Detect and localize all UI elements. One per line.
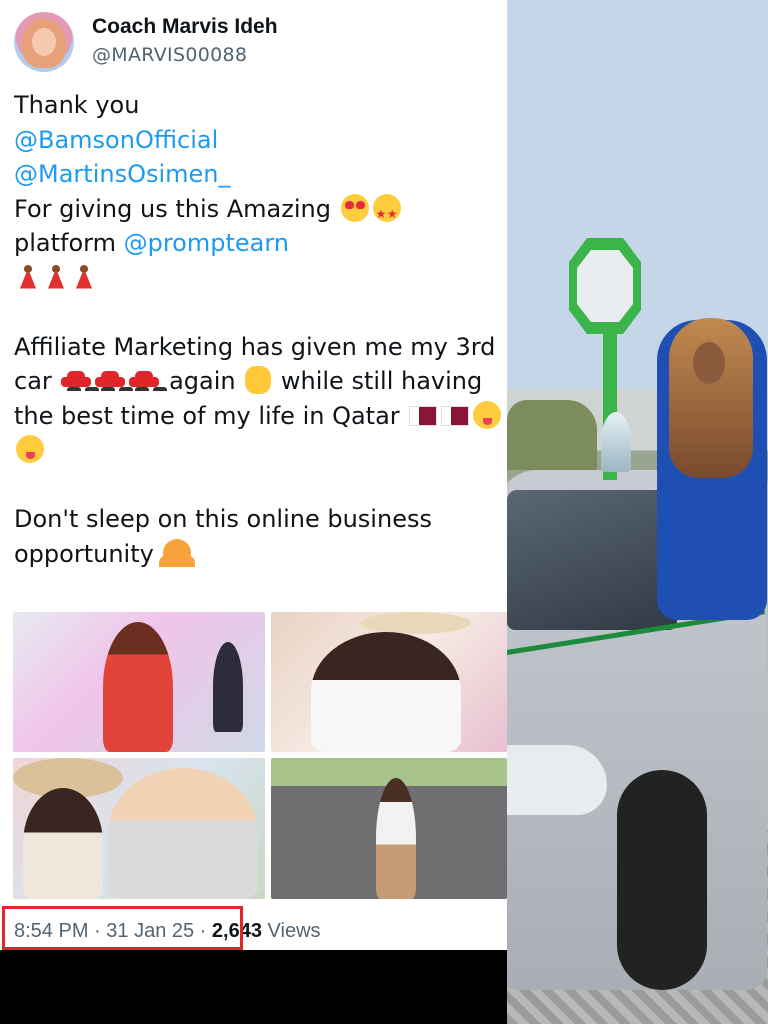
photo-1-person — [103, 622, 173, 752]
tweet-line-7: Affiliate Marketing has given me my 3rd — [14, 332, 496, 361]
background-trees — [507, 400, 597, 470]
photo-2-person — [311, 632, 461, 752]
mention-promptearn[interactable]: @promptearn — [124, 229, 289, 257]
heart-eyes-icon — [340, 193, 369, 222]
display-name[interactable]: Coach Marvis Ideh — [92, 15, 278, 39]
person-gesturing-no-icon — [159, 538, 196, 567]
dancer-icon — [44, 263, 68, 291]
tweet-line-10 — [14, 433, 504, 468]
photo-3[interactable] — [13, 758, 265, 899]
tweet-line-8: car again while still having — [14, 364, 504, 399]
photo-3-person-left — [23, 788, 103, 899]
photo-grid — [13, 612, 507, 899]
photo-4-person — [376, 778, 416, 899]
mention-bamsonofficial[interactable]: @BamsonOfficial — [14, 123, 504, 158]
avatar[interactable] — [14, 12, 74, 72]
timestamp-highlight-box — [2, 906, 243, 950]
woman-face — [693, 342, 725, 384]
photo-3-person-right — [108, 768, 258, 899]
photo-1-bystander — [213, 642, 243, 732]
tweet-line-5: platform @promptearn — [14, 226, 504, 261]
photo-1[interactable] — [13, 612, 265, 752]
dancer-icon — [16, 263, 40, 291]
views-label: Views — [261, 920, 321, 942]
tweet-line-11: Don't sleep on this online business — [14, 505, 432, 533]
tweet-line-4-text: For giving us this Amazing — [14, 194, 331, 223]
raising-hands-icon — [245, 366, 272, 394]
red-car-icon — [61, 371, 92, 391]
tweet-line-9-text: the best time of my life in Qatar — [14, 401, 400, 430]
tweet-line-8b: again — [169, 367, 236, 395]
photo-2[interactable] — [271, 612, 507, 752]
qatar-flag-icon — [409, 405, 438, 426]
photo-2-hat — [361, 612, 471, 634]
user-handle[interactable]: @MARVIS00088 — [92, 44, 247, 66]
tweet-line-12-text: opportunity — [14, 539, 154, 568]
tweet-line-8a: car — [14, 367, 52, 395]
red-car-icon — [129, 371, 160, 391]
car-wheel — [617, 770, 707, 990]
yum-face-icon — [16, 435, 44, 463]
qatar-flag-icon — [441, 405, 470, 426]
red-car-icon — [95, 371, 126, 391]
tweet-card: Coach Marvis Ideh @MARVIS00088 Thank you… — [0, 0, 507, 950]
photo-4[interactable] — [271, 758, 507, 899]
tweet-text: Thank you @BamsonOfficial @MartinsOsimen… — [14, 88, 504, 571]
star-struck-icon — [372, 193, 401, 231]
dancer-icon — [72, 263, 96, 291]
car-windshield — [507, 490, 677, 630]
tweet-line-9: the best time of my life in Qatar — [14, 399, 504, 434]
trophy-icon — [601, 412, 631, 472]
side-photo-woman-with-car — [507, 0, 768, 1024]
yum-face-icon — [473, 400, 502, 429]
avatar-face — [32, 28, 56, 56]
tweet-line-5-text: platform — [14, 229, 124, 257]
car-headlight — [507, 745, 607, 815]
tweet-line-12: opportunity — [14, 537, 504, 572]
tweet-line-8c: while still having — [280, 367, 483, 395]
tweet-line-4: For giving us this Amazing — [14, 192, 504, 231]
tweet-line-6 — [14, 261, 504, 296]
award-sign-face — [577, 250, 633, 322]
tweet-line-1: Thank you — [14, 91, 140, 119]
mention-martinsosimen[interactable]: @MartinsOsimen_ — [14, 157, 504, 192]
